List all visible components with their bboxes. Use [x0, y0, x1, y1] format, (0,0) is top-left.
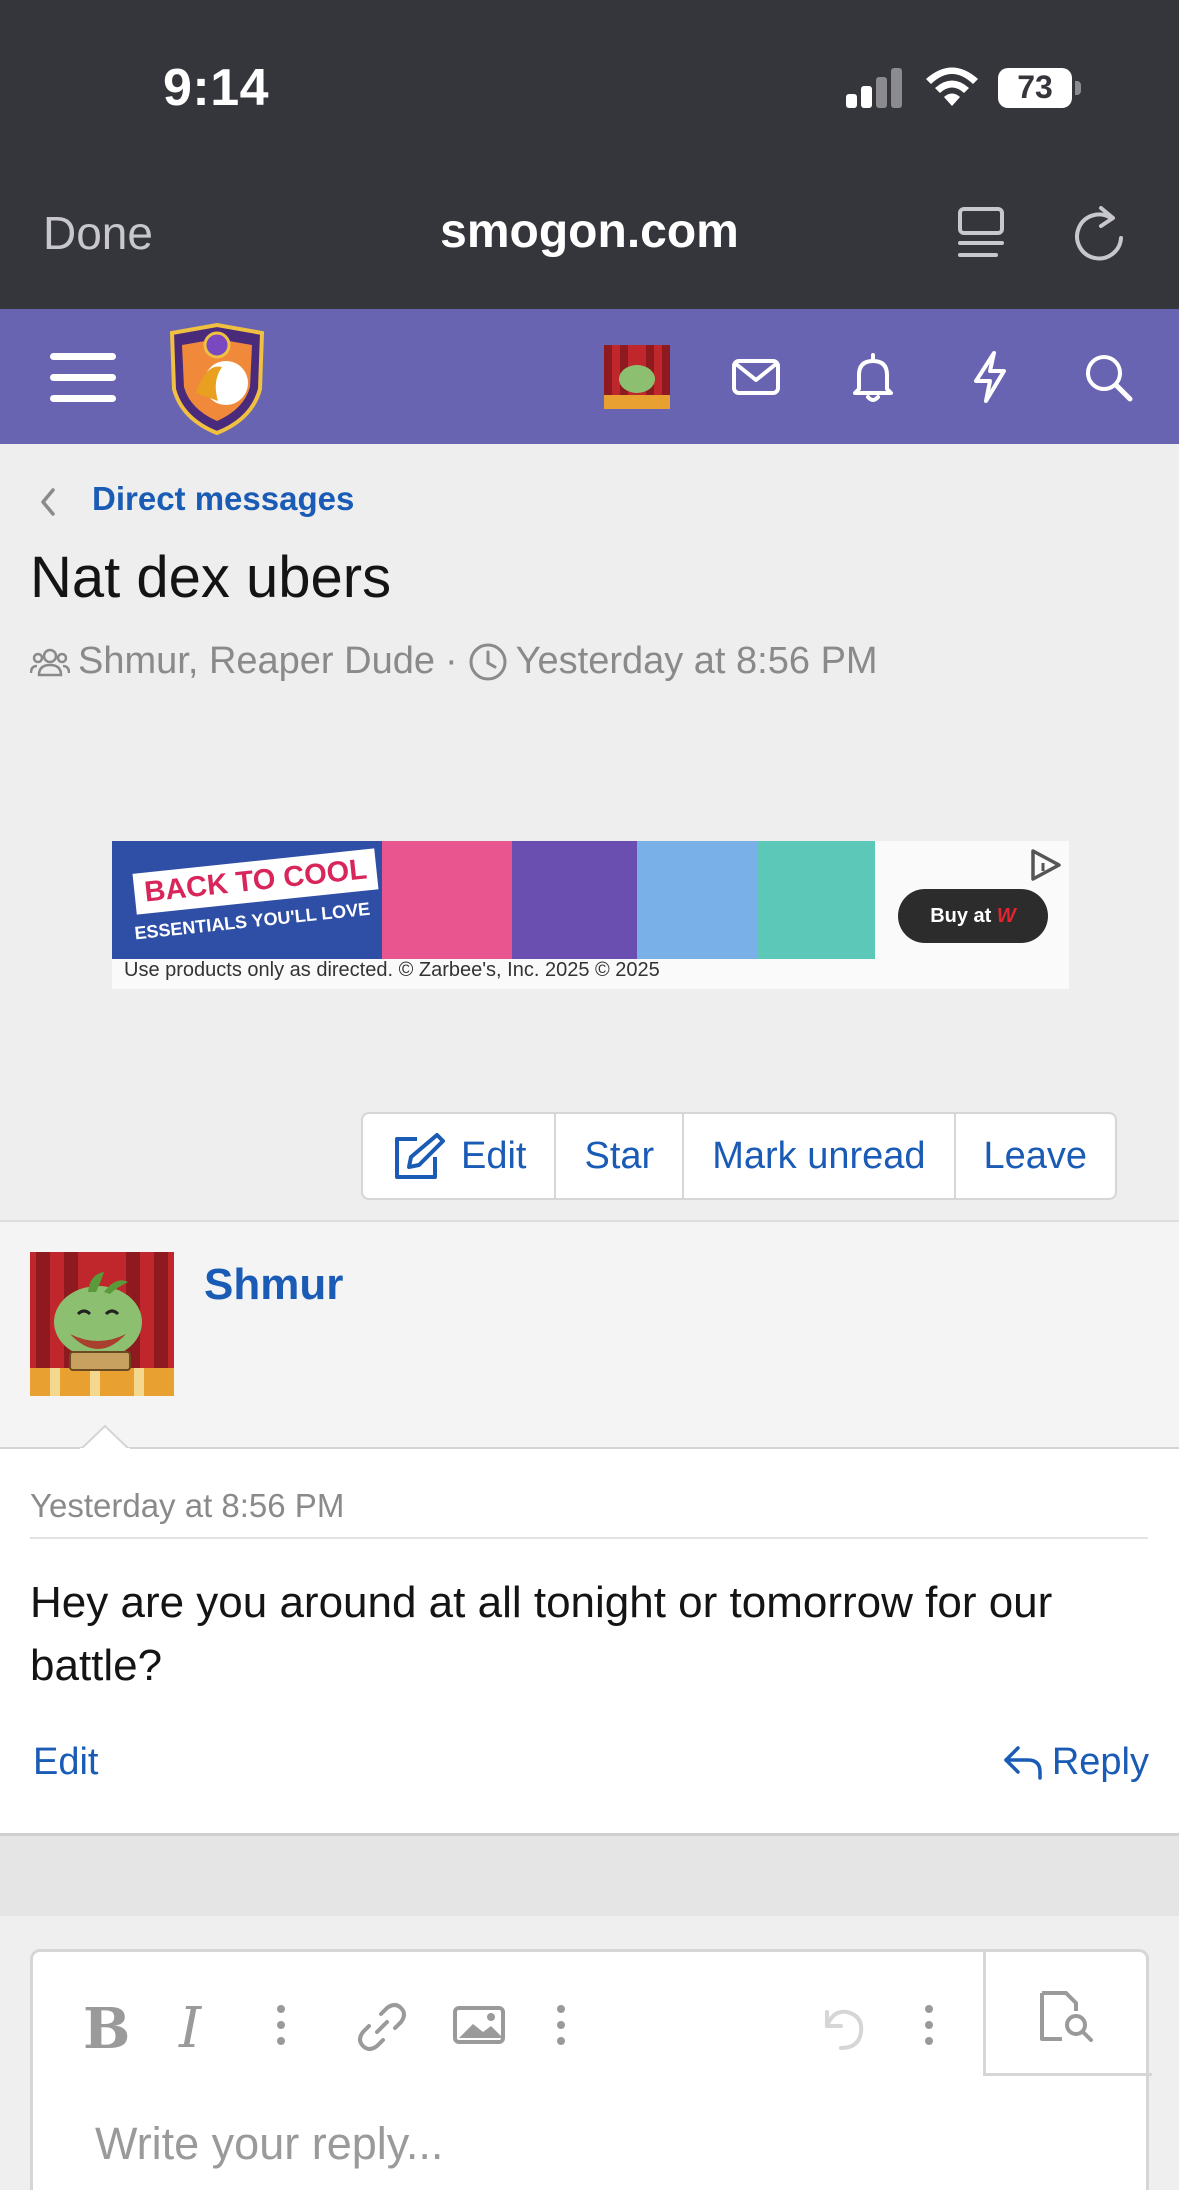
participants[interactable]: Shmur, Reaper Dude	[78, 640, 435, 683]
user-avatar[interactable]	[604, 345, 670, 409]
star-button[interactable]: Star	[556, 1114, 685, 1198]
preview-button[interactable]	[983, 1949, 1152, 2076]
reply-label: Reply	[1051, 1741, 1149, 1783]
edit-conversation-button[interactable]: Edit	[363, 1114, 557, 1198]
browser-toolbar: Done smogon.com	[0, 160, 1179, 309]
more-options-icon[interactable]	[919, 2000, 939, 2050]
status-bar: 9:14 73	[0, 0, 1179, 160]
wifi-icon	[926, 67, 978, 106]
more-text-options-icon[interactable]	[271, 2000, 291, 2050]
conversation-actions: Edit Star Mark unread Leave	[361, 1112, 1118, 1200]
image-icon[interactable]	[451, 2000, 507, 2050]
italic-button[interactable]: I	[179, 1996, 201, 2061]
reply-button[interactable]: Reply	[1002, 1741, 1149, 1784]
chevron-left-icon[interactable]	[35, 482, 59, 522]
ad-buy-button[interactable]: Buy at W	[898, 889, 1048, 943]
meta-separator: ·	[444, 640, 458, 682]
search-icon[interactable]	[1080, 349, 1136, 405]
ad-product-image	[382, 841, 512, 959]
divider	[30, 1537, 1148, 1539]
breadcrumb-direct-messages[interactable]: Direct messages	[92, 480, 354, 518]
reload-icon[interactable]	[1073, 204, 1127, 262]
battery-level: 73	[1017, 69, 1053, 105]
bold-button[interactable]: B	[83, 1996, 130, 2062]
reply-input-placeholder[interactable]: Write your reply...	[95, 2118, 443, 2170]
users-icon	[30, 648, 70, 676]
cellular-signal-icon	[846, 68, 902, 108]
ad-product-image	[637, 841, 757, 959]
battery-icon: 73	[998, 68, 1081, 108]
message-pointer-arrow	[80, 1424, 130, 1450]
link-icon[interactable]	[355, 2000, 409, 2054]
adchoices-icon[interactable]	[1025, 847, 1065, 883]
ad-product-image	[512, 841, 637, 959]
menu-icon[interactable]	[50, 349, 116, 405]
message-author[interactable]: Shmur	[204, 1260, 343, 1310]
reply-icon	[1004, 1745, 1042, 1780]
undo-icon[interactable]	[813, 2000, 869, 2054]
message: Yesterday at 8:56 PM Hey are you around …	[0, 1449, 1179, 1836]
ad-product-image	[757, 841, 875, 959]
preview-icon	[1040, 1991, 1093, 2042]
reply-editor[interactable]: B I Write your reply...	[30, 1949, 1152, 2190]
bolt-icon[interactable]	[962, 349, 1018, 405]
reader-view-icon[interactable]	[956, 205, 1006, 263]
spacer	[0, 1836, 1179, 1916]
ad-disclaimer: Use products only as directed. © Zarbee'…	[124, 959, 660, 981]
message-text: Hey are you around at all tonight or tom…	[30, 1578, 1053, 1690]
message-author-bar: Shmur	[0, 1220, 1179, 1449]
conversation-header-area: Direct messages Nat dex ubers Shmur, Rea…	[0, 444, 1179, 1220]
avatar[interactable]	[30, 1252, 174, 1396]
advertisement-banner[interactable]: BACK TO COOL ESSENTIALS YOU'LL LOVE Buy …	[112, 841, 1069, 989]
edit-message-link[interactable]: Edit	[33, 1741, 98, 1784]
status-time: 9:14	[163, 59, 270, 117]
mark-unread-button[interactable]: Mark unread	[684, 1114, 956, 1198]
page-title: Nat dex ubers	[30, 545, 392, 610]
edit-icon	[395, 1133, 445, 1179]
bell-icon[interactable]	[845, 349, 901, 405]
conversation-start-date[interactable]: Yesterday at 8:56 PM	[516, 640, 878, 683]
message-date[interactable]: Yesterday at 8:56 PM	[30, 1487, 344, 1525]
reply-form: B I Write your reply...	[0, 1916, 1179, 2190]
envelope-icon[interactable]	[728, 349, 784, 405]
leave-button[interactable]: Leave	[956, 1114, 1116, 1198]
site-logo[interactable]	[166, 323, 268, 435]
ad-brand-mark: W	[996, 905, 1016, 927]
edit-label: Edit	[461, 1134, 527, 1177]
site-navigation	[0, 309, 1179, 444]
conversation-meta: Shmur, Reaper Dude · Yesterday at 8:56 P…	[30, 640, 878, 683]
clock-icon	[469, 643, 507, 680]
more-insert-options-icon[interactable]	[551, 2000, 571, 2050]
ad-headline-panel: BACK TO COOL ESSENTIALS YOU'LL LOVE	[112, 841, 382, 959]
ad-cta-label: Buy at	[930, 905, 992, 927]
